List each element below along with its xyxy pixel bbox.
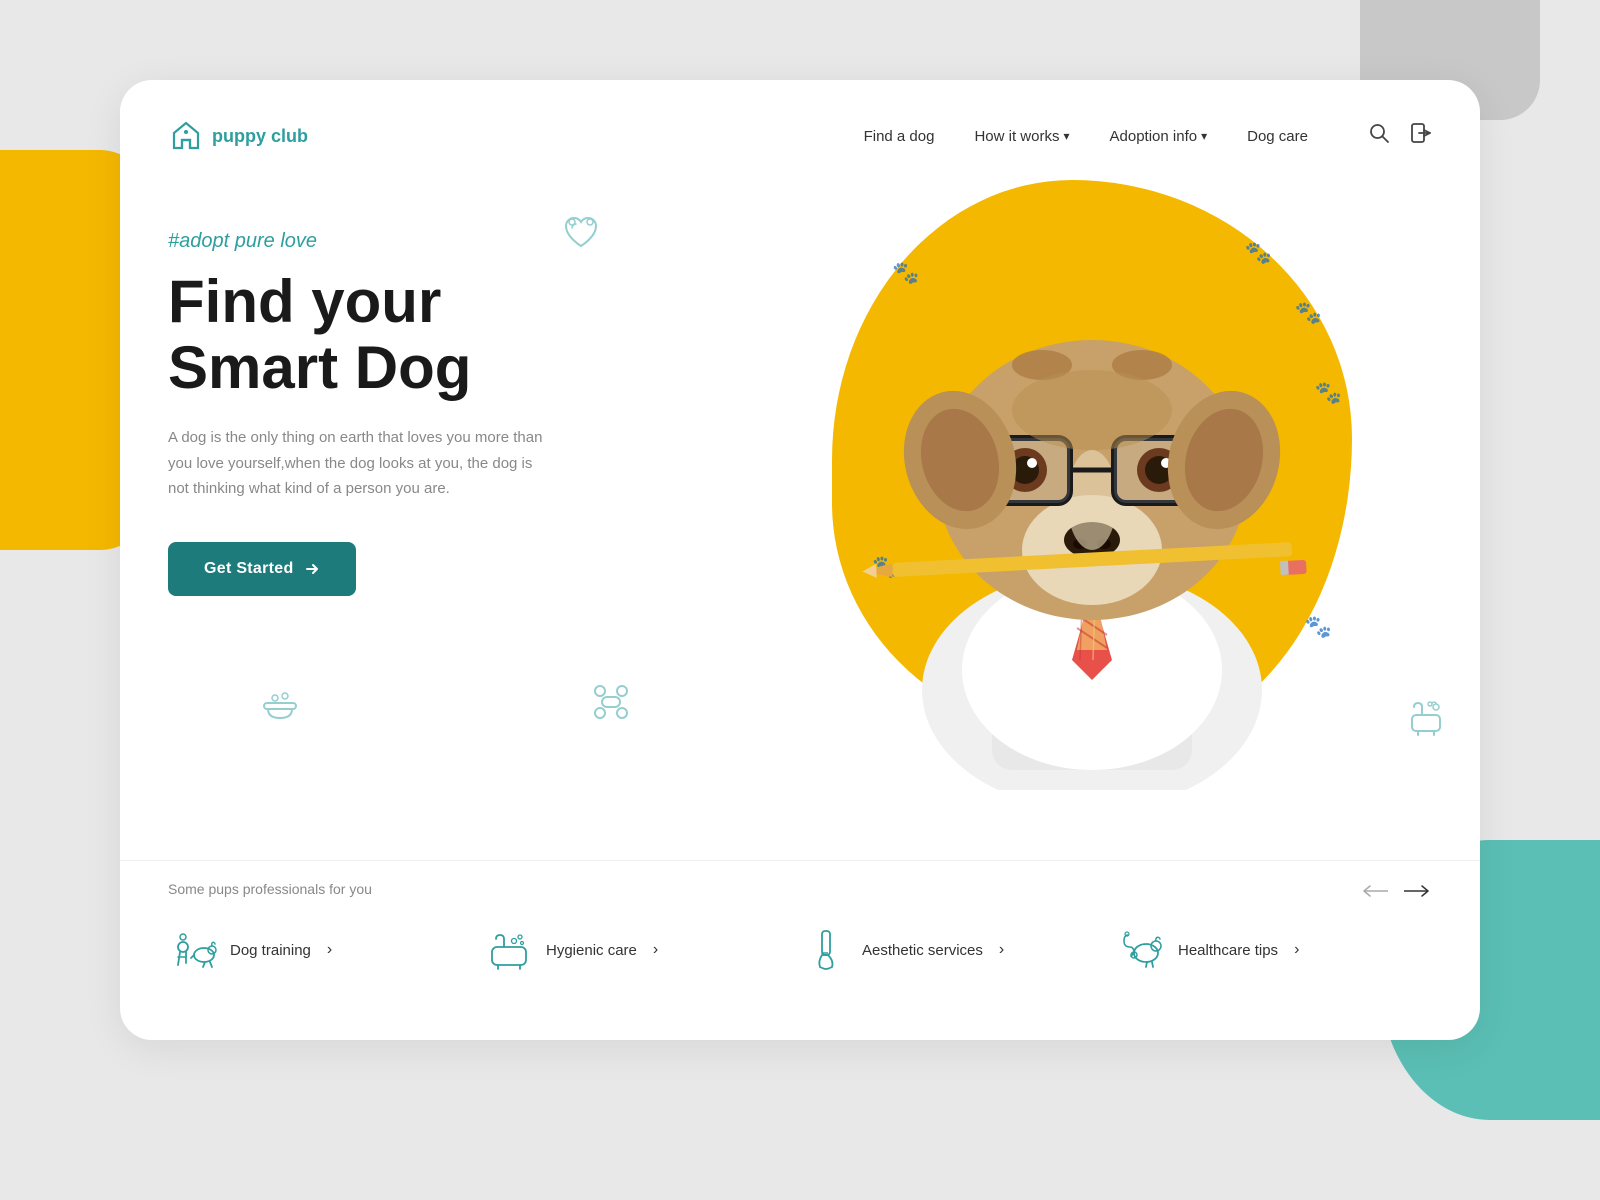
cta-label: Get Started (204, 560, 294, 578)
healthcare-tips-icon (1116, 925, 1166, 975)
services-row: Dog training › Hy (168, 917, 1432, 983)
nav-dog-care-label: Dog care (1247, 128, 1308, 145)
nav-how-it-works-label: How it works (974, 128, 1059, 145)
nav-adoption-info-label: Adoption info (1110, 128, 1198, 145)
bath-deco-icon (1402, 695, 1450, 750)
hero-title: Find your Smart Dog (168, 269, 648, 401)
service-hygienic-care[interactable]: Hygienic care › (484, 917, 800, 983)
hero-left: #adopt pure love Find your Smart Dog A d… (168, 200, 648, 810)
services-section: Some pups professionals for you (120, 860, 1480, 1040)
dog-training-icon (168, 925, 218, 975)
healthcare-tips-label: Healthcare tips (1178, 942, 1278, 959)
hero-description: A dog is the only thing on earth that lo… (168, 425, 548, 502)
nav-dog-care[interactable]: Dog care (1247, 128, 1308, 145)
hygienic-care-icon (484, 925, 534, 975)
carousel-nav (1360, 881, 1432, 904)
service-aesthetic[interactable]: Aesthetic services › (800, 917, 1116, 983)
dog-training-arrow: › (327, 941, 332, 959)
services-label: Some pups professionals for you (168, 881, 1432, 897)
hero-right: 🐾 🐾 🐾 🐾 🐾 🐾 (648, 200, 1432, 810)
dog-svg (812, 170, 1372, 790)
hero-title-line2: Smart Dog (168, 334, 471, 401)
search-icon[interactable] (1368, 122, 1390, 150)
healthcare-arrow: › (1294, 941, 1299, 959)
dog-image (812, 170, 1372, 790)
hygienic-care-arrow: › (653, 941, 658, 959)
chevron-down-icon-2: ▾ (1201, 129, 1207, 143)
nav-find-dog[interactable]: Find a dog (864, 128, 935, 145)
get-started-button[interactable]: Get Started (168, 542, 356, 596)
hero-hashtag: #adopt pure love (168, 230, 648, 253)
login-icon[interactable] (1410, 122, 1432, 150)
nav-find-dog-label: Find a dog (864, 128, 935, 145)
main-card: puppy club Find a dog How it works ▾ Ado… (120, 80, 1480, 1040)
aesthetic-services-label: Aesthetic services (862, 942, 983, 959)
dog-training-label: Dog training (230, 942, 311, 959)
nav-adoption-info[interactable]: Adoption info ▾ (1110, 128, 1208, 145)
service-healthcare[interactable]: Healthcare tips › (1116, 917, 1432, 983)
aesthetic-services-icon (800, 925, 850, 975)
chevron-down-icon: ▾ (1063, 129, 1069, 143)
aesthetic-arrow: › (999, 941, 1004, 959)
carousel-next-button[interactable] (1404, 881, 1432, 904)
hygienic-care-label: Hygienic care (546, 942, 637, 959)
nav-how-it-works[interactable]: How it works ▾ (974, 128, 1069, 145)
logo[interactable]: puppy club (168, 118, 308, 154)
service-dog-training[interactable]: Dog training › (168, 917, 484, 983)
arrow-right-icon (304, 561, 320, 577)
carousel-prev-button[interactable] (1360, 881, 1388, 904)
hero-title-line1: Find your (168, 268, 441, 335)
nav-icon-group (1368, 122, 1432, 150)
logo-house-icon (168, 118, 204, 154)
navbar: puppy club Find a dog How it works ▾ Ado… (120, 80, 1480, 160)
hero-section: #adopt pure love Find your Smart Dog A d… (120, 160, 1480, 810)
nav-links: Find a dog How it works ▾ Adoption info … (864, 128, 1308, 145)
logo-text: puppy club (212, 126, 308, 147)
